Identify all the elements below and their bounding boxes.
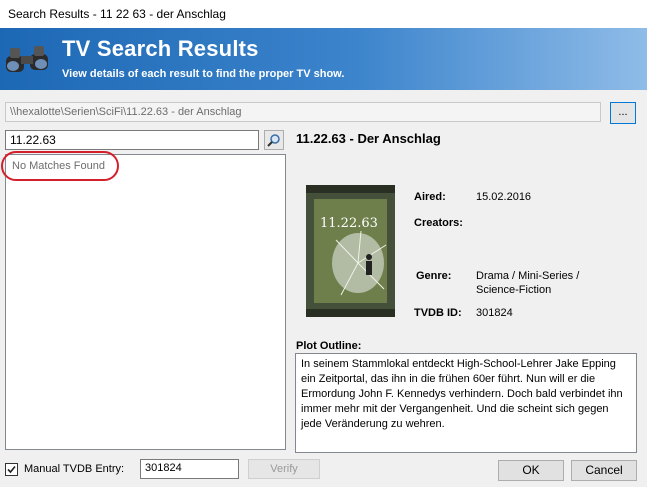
show-title: 11.22.63 - Der Anschlag bbox=[296, 131, 441, 146]
verify-button[interactable]: Verify bbox=[248, 459, 320, 479]
banner-title: TV Search Results bbox=[62, 36, 259, 61]
banner-subtitle: View details of each result to find the … bbox=[62, 68, 345, 80]
genre-value-line2: Science-Fiction bbox=[476, 284, 552, 296]
manual-tvdb-checkbox[interactable] bbox=[5, 463, 18, 476]
cancel-button[interactable]: Cancel bbox=[571, 460, 637, 481]
poster-title: 11.22.63 bbox=[320, 216, 378, 231]
highlight-circle bbox=[1, 151, 119, 181]
genre-value-line1: Drama / Mini-Series / bbox=[476, 270, 580, 282]
plot-outline-label: Plot Outline: bbox=[296, 340, 362, 352]
binoculars-icon bbox=[4, 42, 52, 78]
plot-outline-text[interactable]: In seinem Stammlokal entdeckt High-Schoo… bbox=[295, 353, 637, 453]
show-poster: 11.22.63 bbox=[306, 185, 395, 317]
tvdb-id-value: 301824 bbox=[476, 307, 513, 319]
search-input[interactable]: 11.22.63 bbox=[5, 130, 259, 150]
folder-path-field[interactable]: \\hexalotte\Serien\SciFi\11.22.63 - der … bbox=[5, 102, 601, 122]
manual-tvdb-label: Manual TVDB Entry: bbox=[24, 463, 125, 475]
title-bar: Search Results - 11 22 63 - der Anschlag bbox=[0, 0, 647, 28]
checkmark-icon bbox=[7, 465, 16, 474]
aired-value: 15.02.2016 bbox=[476, 191, 532, 203]
window-title: Search Results - 11 22 63 - der Anschlag bbox=[8, 7, 226, 21]
ok-button[interactable]: OK bbox=[498, 460, 564, 481]
results-list[interactable]: No Matches Found bbox=[5, 154, 286, 450]
tvdb-id-label: TVDB ID: bbox=[414, 307, 462, 319]
search-icon bbox=[267, 134, 280, 147]
browse-button[interactable]: ... bbox=[610, 102, 636, 124]
genre-label: Genre: bbox=[416, 270, 452, 282]
header-banner: TV Search Results View details of each r… bbox=[0, 28, 647, 90]
manual-tvdb-input[interactable]: 301824 bbox=[140, 459, 239, 479]
creators-label: Creators: bbox=[414, 217, 463, 229]
aired-label: Aired: bbox=[414, 191, 446, 203]
search-button[interactable] bbox=[264, 130, 284, 150]
